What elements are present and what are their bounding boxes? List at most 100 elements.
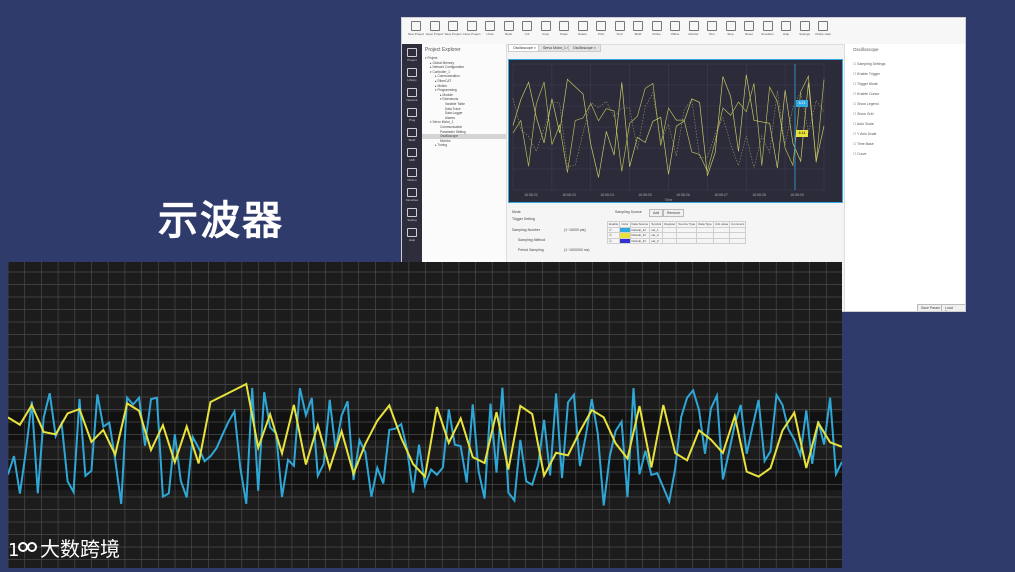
ribbon-button-print[interactable]: Print bbox=[591, 21, 611, 36]
ribbon-button-delete[interactable]: Delete bbox=[573, 21, 593, 36]
ribbon-button-open-project[interactable]: Open Project bbox=[425, 21, 445, 36]
trigger-label: Trigger Setting bbox=[512, 217, 535, 221]
left-nav-favorites[interactable]: Favorites bbox=[402, 188, 422, 202]
ribbon-button-label: Find bbox=[616, 32, 623, 36]
watermark-logo: 1 大数跨境 bbox=[8, 536, 120, 562]
remove-button[interactable]: Remove bbox=[663, 209, 685, 217]
ribbon-button-copy[interactable]: Copy bbox=[536, 21, 556, 36]
document-tab[interactable]: Oscilloscope × bbox=[568, 44, 601, 52]
x-tick-label: 16:58:26 bbox=[676, 193, 690, 197]
table-header: Data Source bbox=[629, 221, 651, 228]
property-item[interactable]: ☐ Curve bbox=[853, 152, 866, 156]
ribbon-button-label: Monitor bbox=[688, 32, 699, 36]
left-nav-help[interactable]: Help bbox=[402, 228, 422, 242]
help-icon bbox=[407, 228, 417, 237]
ribbon-button-online[interactable]: Online bbox=[647, 21, 667, 36]
ribbon-button-stop[interactable]: Stop bbox=[721, 21, 741, 36]
simulator-icon bbox=[762, 21, 773, 31]
ribbon-button-new-project[interactable]: New Project bbox=[406, 21, 426, 36]
ribbon-button-undo[interactable]: Undo bbox=[480, 21, 500, 36]
x-tick-label: 16:58:27 bbox=[714, 193, 728, 197]
online-icon bbox=[651, 21, 662, 31]
table-row[interactable]: ☑ Default_Int var_3 bbox=[606, 237, 747, 244]
period-sampling-radio[interactable]: Period Sampling bbox=[518, 248, 544, 252]
ribbon-toolbar: New Project Open Project Save Project Close… bbox=[402, 18, 965, 45]
undo-icon bbox=[485, 21, 495, 31]
project-tree-title: Project Explorer bbox=[425, 47, 461, 53]
table-cell bbox=[729, 237, 747, 244]
left-nav-setting[interactable]: Setting bbox=[402, 208, 422, 222]
mini-oscilloscope-svg: 16:58:22 16:58:23 16:58:24 16:58:25 16:58:26… bbox=[512, 63, 825, 202]
ribbon-button-label: Help bbox=[782, 32, 790, 36]
left-nav-label: HMI bbox=[409, 158, 415, 162]
ribbon-button-label: Cut bbox=[524, 32, 530, 36]
table-header: Enable bbox=[606, 221, 621, 228]
sampling-number-label: Sampling Number bbox=[512, 228, 541, 232]
property-item[interactable]: ☐ Enable Cursor bbox=[853, 92, 879, 96]
ribbon-button-find[interactable]: Find bbox=[610, 21, 630, 36]
network-icon bbox=[407, 88, 417, 97]
left-nav-motion[interactable]: Motion bbox=[402, 168, 422, 182]
ribbon-button-settings[interactable]: Settings bbox=[795, 21, 815, 36]
ribbon-button-label: Reset bbox=[745, 32, 753, 36]
reset-icon bbox=[744, 21, 754, 31]
property-item[interactable]: ☐ Time Base bbox=[853, 142, 874, 146]
document-tabs: Oscilloscope × Servo Motor_1 × Oscilloscop… bbox=[508, 44, 844, 52]
left-nav-build[interactable]: Build bbox=[402, 128, 422, 142]
ribbon-button-simulator[interactable]: Simulator bbox=[758, 21, 778, 36]
left-nav-label: Project bbox=[407, 58, 417, 62]
sampling-source-label: Sampling Source bbox=[615, 210, 642, 214]
ribbon-button-close-project[interactable]: Close Project bbox=[462, 21, 482, 36]
delete-icon bbox=[577, 21, 588, 31]
property-item[interactable]: ☐ Show Grid bbox=[853, 112, 873, 116]
ribbon-button-help[interactable]: Help bbox=[776, 21, 796, 36]
property-item[interactable]: ☐ Enable Trigger bbox=[853, 72, 880, 76]
ribbon-button-run[interactable]: Run bbox=[702, 21, 722, 36]
document-tab[interactable]: Oscilloscope × bbox=[508, 44, 541, 52]
left-nav-library[interactable]: Library bbox=[402, 68, 422, 82]
ribbon-button-monitor[interactable]: Monitor bbox=[684, 21, 704, 36]
plot-band bbox=[8, 412, 842, 440]
ribbon-button-reset[interactable]: Reset bbox=[739, 21, 759, 36]
oscilloscope-plot-zoom[interactable] bbox=[7, 262, 843, 568]
logo-text: 大数跨境 bbox=[40, 537, 120, 561]
ribbon-button-label: Redo bbox=[504, 32, 513, 36]
x-tick-label: 16:58:23 bbox=[562, 193, 576, 197]
enable-checkbox[interactable]: ☑ bbox=[606, 237, 621, 244]
mini-oscilloscope-plot[interactable]: 16:58:22 16:58:23 16:58:24 16:58:25 16:58:26… bbox=[508, 59, 843, 203]
ribbon-button-build[interactable]: Build bbox=[628, 21, 648, 36]
left-nav-hmi[interactable]: HMI bbox=[402, 148, 422, 162]
property-item[interactable]: ☐ Trigger Mode bbox=[853, 82, 878, 86]
color-swatch bbox=[619, 237, 631, 244]
property-item[interactable]: ☐ Sampling Settings bbox=[853, 62, 885, 66]
left-nav-prog[interactable]: Prog bbox=[402, 108, 422, 122]
ribbon-button-label: Delete bbox=[578, 32, 587, 36]
load-param-button[interactable]: Load Param bbox=[941, 304, 965, 311]
ribbon-button-redo[interactable]: Redo bbox=[499, 21, 519, 36]
property-item[interactable]: ☐ Y Axis Scale bbox=[853, 132, 876, 136]
sampling-method-label: Sampling Method bbox=[518, 238, 546, 242]
table-cell bbox=[696, 237, 714, 244]
oscilloscope-waveform-svg bbox=[7, 262, 843, 568]
left-nav-label: Help bbox=[408, 238, 416, 242]
left-nav-project[interactable]: Project bbox=[402, 48, 422, 62]
table-cell bbox=[712, 237, 731, 244]
ribbon-button-label: Settings bbox=[799, 32, 810, 36]
offline-icon bbox=[670, 21, 680, 31]
ribbon-button-cut[interactable]: Cut bbox=[517, 21, 537, 36]
ribbon-button-offline[interactable]: Offline bbox=[665, 21, 685, 36]
add-button[interactable]: Add bbox=[649, 209, 664, 217]
run-icon bbox=[707, 21, 717, 31]
table-header: Data Type bbox=[696, 221, 714, 228]
print-icon bbox=[596, 21, 606, 31]
ribbon-button-online-help[interactable]: Online Help bbox=[813, 21, 833, 36]
property-item[interactable]: ☐ Show Legend bbox=[853, 102, 879, 106]
table-cell bbox=[662, 237, 678, 244]
left-nav-label: Motion bbox=[407, 178, 417, 182]
ribbon-button-label: Open Project bbox=[425, 32, 444, 36]
tree-item[interactable]: ▸ Tuning bbox=[422, 143, 506, 148]
ribbon-button-paste[interactable]: Paste bbox=[554, 21, 574, 36]
ribbon-button-save-project[interactable]: Save Project bbox=[443, 21, 463, 36]
property-item[interactable]: ☐ Auto Scale bbox=[853, 122, 874, 126]
left-nav-network[interactable]: Network bbox=[402, 88, 422, 102]
